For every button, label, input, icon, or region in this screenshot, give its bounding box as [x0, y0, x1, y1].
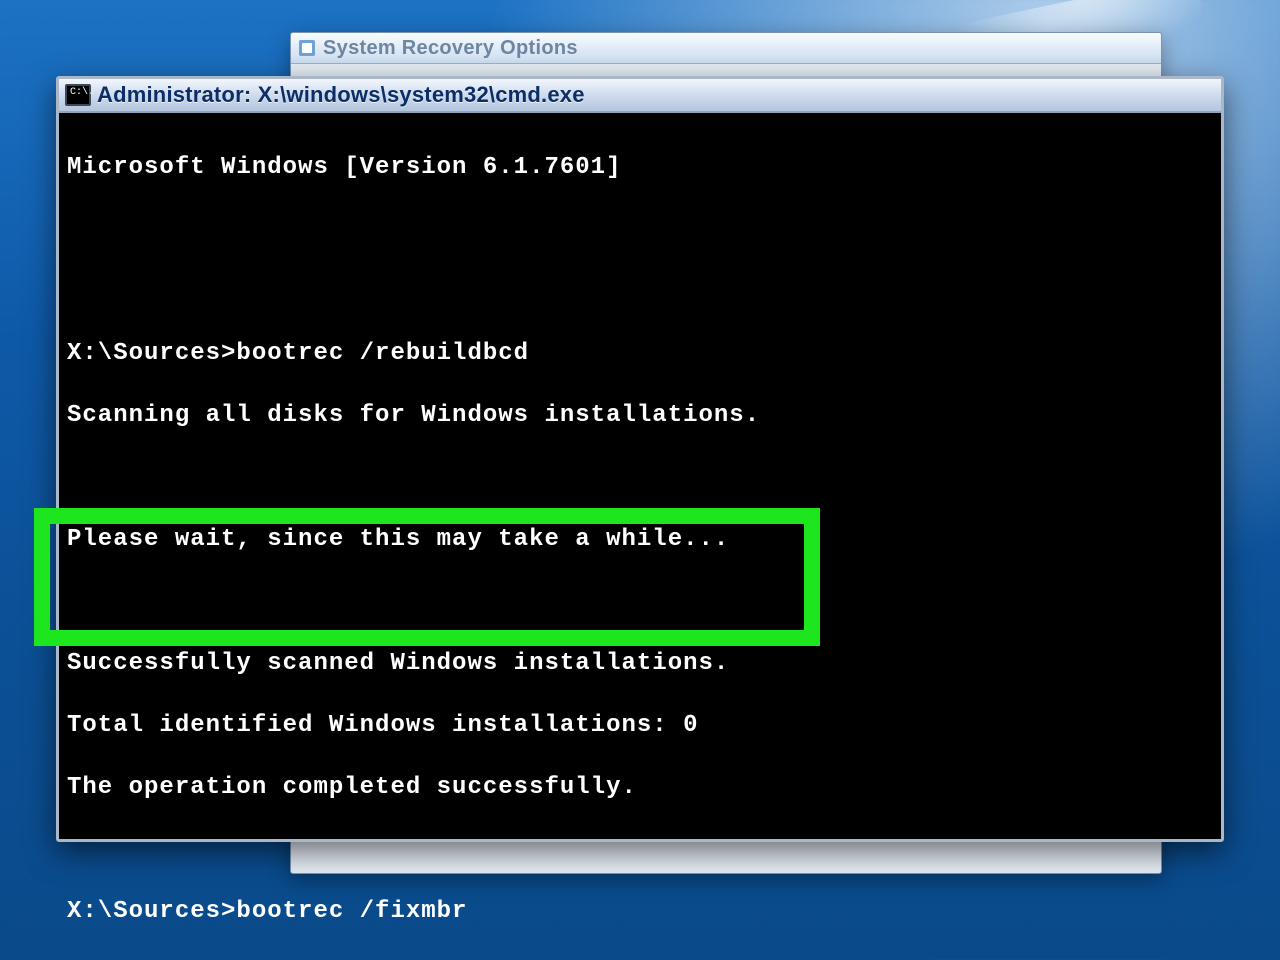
system-recovery-titlebar[interactable]: System Recovery Options: [291, 33, 1161, 64]
cmd-icon: C:\.: [65, 84, 91, 106]
cmd-title: Administrator: X:\windows\system32\cmd.e…: [97, 82, 585, 108]
terminal-blank: [67, 586, 1213, 617]
terminal-blank: [67, 834, 1213, 865]
terminal-line: Scanning all disks for Windows installat…: [67, 400, 1213, 431]
terminal-output[interactable]: Microsoft Windows [Version 6.1.7601] X:\…: [59, 113, 1221, 960]
terminal-line: X:\Sources>bootrec /rebuildbcd: [67, 338, 1213, 369]
terminal-blank: [67, 214, 1213, 245]
terminal-line: X:\Sources>bootrec /fixmbr: [67, 896, 1213, 927]
terminal-line: Please wait, since this may take a while…: [67, 524, 1213, 555]
cmd-titlebar[interactable]: C:\. Administrator: X:\windows\system32\…: [59, 79, 1221, 113]
cmd-window: C:\. Administrator: X:\windows\system32\…: [56, 76, 1224, 842]
terminal-line: Total identified Windows installations: …: [67, 710, 1213, 741]
terminal-line: The operation completed successfully.: [67, 772, 1213, 803]
terminal-blank: [67, 462, 1213, 493]
system-recovery-title: System Recovery Options: [323, 37, 578, 60]
terminal-line: Microsoft Windows [Version 6.1.7601]: [67, 152, 1213, 183]
system-recovery-icon: [299, 40, 315, 56]
terminal-blank: [67, 276, 1213, 307]
terminal-line: Successfully scanned Windows installatio…: [67, 648, 1213, 679]
